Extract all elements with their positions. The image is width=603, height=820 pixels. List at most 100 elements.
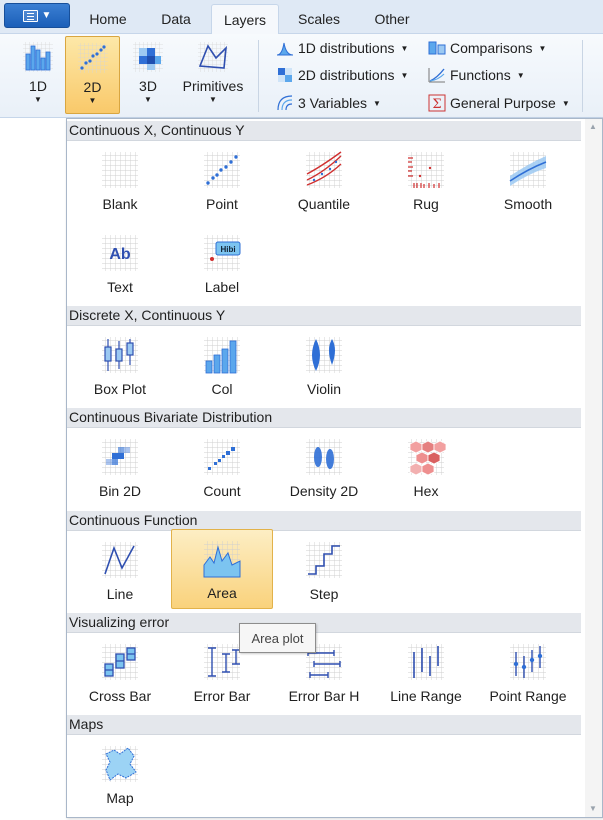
functions-label: Functions: [450, 67, 511, 83]
density2d-icon: [306, 439, 342, 475]
section-visualizing-error: Visualizing error: [67, 613, 581, 633]
blank-plot-icon: [102, 152, 138, 188]
smooth-plot-icon: [509, 152, 547, 188]
ribbon-separator: [258, 40, 259, 112]
1d-button[interactable]: 1D ▼: [12, 36, 64, 114]
1d-label: 1D: [29, 78, 47, 94]
ribbon: 1D ▼ 2D ▼ 3D ▼ Primitives ▼ 1D distribut…: [0, 34, 603, 118]
scroll-up-icon[interactable]: ▲: [589, 122, 597, 131]
2d-distributions-menu[interactable]: 2D distributions ▼: [276, 64, 408, 86]
caret-down-icon: ▼: [400, 70, 409, 80]
step-plot-icon: [306, 542, 342, 578]
item-label: Point Range: [489, 688, 567, 704]
general-purpose-label: General Purpose: [450, 95, 556, 111]
function-curve-icon: [428, 68, 445, 83]
item-density-2d[interactable]: Density 2D: [273, 428, 375, 508]
item-smooth[interactable]: Smooth: [477, 141, 579, 221]
general-purpose-menu[interactable]: Σ General Purpose ▼: [428, 92, 570, 114]
item-label: Smooth: [503, 196, 553, 212]
3-variables-menu[interactable]: 3 Variables ▼: [276, 92, 381, 114]
caret-down-icon: ▼: [400, 43, 409, 53]
3d-label: 3D: [139, 78, 157, 94]
item-map[interactable]: Map: [69, 735, 171, 815]
item-count[interactable]: Count: [171, 428, 273, 508]
tab-scales[interactable]: Scales: [284, 4, 354, 34]
sigma-icon: Σ: [428, 94, 446, 112]
tooltip: Area plot: [239, 623, 316, 653]
scroll-down-icon[interactable]: ▼: [589, 804, 597, 813]
tab-layers[interactable]: Layers: [211, 4, 279, 35]
tab-home[interactable]: Home: [78, 4, 138, 34]
item-blank[interactable]: Blank: [69, 141, 171, 221]
item-label: Rug: [413, 196, 439, 212]
primitives-button[interactable]: Primitives ▼: [178, 36, 248, 114]
item-text[interactable]: Ab Text: [69, 224, 171, 304]
bin2d-icon: [102, 439, 138, 475]
item-point-range[interactable]: Point Range: [477, 633, 579, 713]
linerange-icon: [408, 644, 444, 680]
caret-down-icon: ▼: [34, 95, 42, 104]
item-violin[interactable]: Violin: [273, 326, 375, 406]
item-bin-2d[interactable]: Bin 2D: [69, 428, 171, 508]
section-discrete-x: Discrete X, Continuous Y: [67, 306, 581, 326]
caret-down-icon: ▼: [538, 43, 547, 53]
item-label: Quantile: [297, 196, 351, 212]
item-step[interactable]: Step: [273, 531, 375, 611]
1d-distributions-label: 1D distributions: [298, 40, 395, 56]
label-icon-text: Hibi: [220, 245, 235, 254]
item-rug[interactable]: Rug: [375, 141, 477, 221]
item-line-range[interactable]: Line Range: [375, 633, 477, 713]
2d-distributions-label: 2D distributions: [298, 67, 395, 83]
caret-down-icon: ▼: [373, 98, 381, 108]
caret-down-icon: ▼: [561, 98, 570, 108]
bivariate-icon: [278, 68, 292, 82]
caret-down-icon: ▼: [88, 96, 97, 105]
item-box-plot[interactable]: Box Plot: [69, 326, 171, 406]
item-label: Violin: [307, 381, 341, 397]
polygon-icon: [198, 42, 228, 72]
item-col[interactable]: Col: [171, 326, 273, 406]
3d-button[interactable]: 3D ▼: [122, 36, 174, 114]
tab-data[interactable]: Data: [146, 4, 206, 34]
item-quantile[interactable]: Quantile: [273, 141, 375, 221]
item-label: Point: [206, 196, 238, 212]
text-icon-letters: Ab: [109, 246, 131, 263]
functions-menu[interactable]: Functions ▼: [428, 64, 525, 86]
caret-down-icon: ▼: [516, 70, 525, 80]
hexbin-icon: [408, 439, 446, 476]
3d-raster-icon: [133, 42, 163, 72]
tab-strip: ▼ Home Data Layers Scales Other: [0, 0, 603, 35]
comparisons-menu[interactable]: Comparisons ▼: [428, 37, 546, 59]
item-line[interactable]: Line: [69, 531, 171, 611]
item-label: Line Range: [390, 688, 462, 704]
item-label[interactable]: Hibi Label: [171, 224, 273, 304]
scatter-icon: [77, 43, 108, 73]
comparisons-label: Comparisons: [450, 40, 533, 56]
gallery-scrollbar[interactable]: ▲ ▼: [585, 119, 602, 817]
item-label: Map: [106, 790, 134, 806]
crossbar-icon: [102, 644, 138, 680]
comparison-icon: [428, 41, 446, 55]
item-point[interactable]: Point: [171, 141, 273, 221]
item-hex[interactable]: Hex: [375, 428, 477, 508]
application-menu-button[interactable]: ▼: [4, 3, 70, 28]
item-label: Density 2D: [289, 483, 359, 499]
area-plot-icon: [203, 541, 241, 578]
item-label: Error Bar H: [288, 688, 360, 704]
item-area[interactable]: Area: [171, 529, 273, 609]
1d-distributions-menu[interactable]: 1D distributions ▼: [276, 37, 408, 59]
item-label: Text: [107, 279, 133, 295]
item-cross-bar[interactable]: Cross Bar: [69, 633, 171, 713]
item-label: Area: [207, 585, 237, 601]
histogram-icon: [23, 42, 53, 72]
caret-down-icon: ▼: [209, 95, 217, 104]
svg-text:Σ: Σ: [432, 97, 441, 112]
section-continuous-xy: Continuous X, Continuous Y: [67, 121, 581, 141]
pointrange-icon: [510, 644, 546, 680]
2d-button[interactable]: 2D ▼: [65, 36, 120, 114]
section-maps: Maps: [67, 715, 581, 735]
tab-other[interactable]: Other: [360, 4, 424, 34]
layers-gallery: Continuous X, Continuous Y Blank Point Q…: [66, 118, 603, 818]
violin-icon: [306, 337, 342, 373]
item-label: Cross Bar: [88, 688, 152, 704]
